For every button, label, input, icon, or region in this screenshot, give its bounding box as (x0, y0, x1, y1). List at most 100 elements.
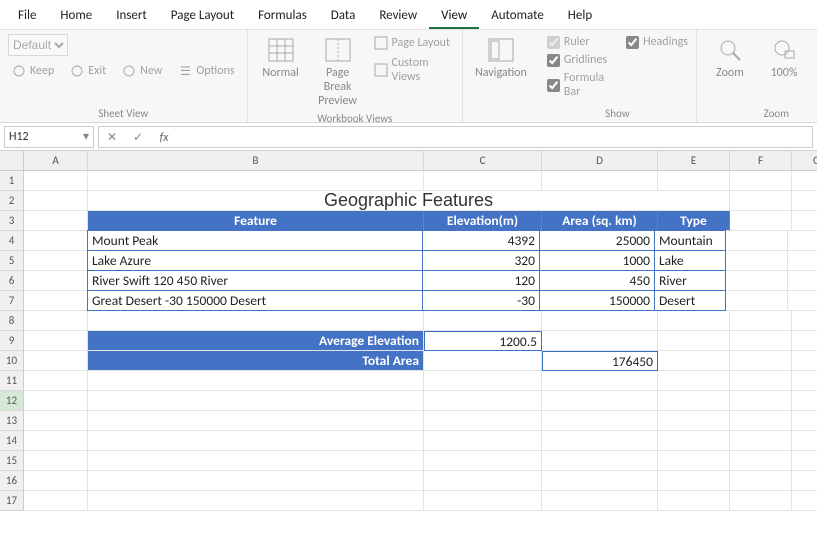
cell[interactable] (88, 411, 424, 431)
cell[interactable] (730, 191, 792, 211)
cell[interactable] (24, 351, 88, 371)
cell[interactable] (730, 331, 792, 351)
cell[interactable] (88, 171, 424, 191)
cell[interactable] (792, 411, 817, 431)
cell[interactable] (658, 311, 730, 331)
cell[interactable] (730, 451, 792, 471)
cell[interactable] (424, 491, 542, 511)
headings-checkbox[interactable]: Headings (626, 34, 688, 50)
zoom-100-button[interactable]: 100% (759, 34, 809, 82)
cell-feature[interactable]: Great Desert -30 150000 Desert (87, 290, 423, 311)
cell[interactable] (24, 471, 88, 491)
cell[interactable] (424, 351, 542, 371)
cell[interactable] (424, 431, 542, 451)
cell[interactable] (24, 271, 88, 291)
cell[interactable] (788, 291, 817, 311)
navigation-button[interactable]: Navigation (471, 34, 531, 82)
header-feature[interactable]: Feature (88, 211, 424, 231)
cell[interactable] (658, 391, 730, 411)
cell[interactable] (730, 211, 792, 231)
col-header[interactable]: B (88, 151, 424, 171)
formula-input[interactable] (177, 126, 813, 148)
cell[interactable] (542, 311, 658, 331)
cell[interactable] (424, 311, 542, 331)
cell-type[interactable]: River (654, 270, 726, 291)
cell[interactable] (88, 491, 424, 511)
cell[interactable] (24, 331, 88, 351)
row-header[interactable]: 6 (0, 271, 24, 291)
cell[interactable] (88, 431, 424, 451)
total-area-value[interactable]: 176450 (542, 351, 658, 371)
menu-data[interactable]: Data (319, 4, 368, 29)
cell[interactable] (658, 371, 730, 391)
gridlines-checkbox[interactable]: Gridlines (547, 52, 612, 68)
sheet-view-select[interactable]: Default (8, 34, 68, 56)
cell[interactable] (730, 171, 792, 191)
cell[interactable] (88, 311, 424, 331)
select-all-corner[interactable] (0, 151, 24, 171)
cell[interactable] (792, 331, 817, 351)
cell[interactable] (424, 471, 542, 491)
cell[interactable] (658, 471, 730, 491)
total-area-label[interactable]: Total Area (88, 351, 424, 371)
cell[interactable] (792, 471, 817, 491)
cell[interactable] (792, 491, 817, 511)
menu-home[interactable]: Home (48, 4, 104, 29)
cell[interactable] (788, 231, 817, 251)
header-area[interactable]: Area (sq. km) (542, 211, 658, 231)
cell[interactable] (658, 331, 730, 351)
cell[interactable] (730, 471, 792, 491)
row-header[interactable]: 1 (0, 171, 24, 191)
cell[interactable] (730, 311, 792, 331)
cell[interactable] (24, 311, 88, 331)
cell[interactable] (542, 331, 658, 351)
cell[interactable] (726, 271, 788, 291)
row-header[interactable]: 12 (0, 391, 24, 411)
ruler-checkbox[interactable]: Ruler (547, 34, 612, 50)
cell[interactable] (726, 231, 788, 251)
cell[interactable] (88, 471, 424, 491)
cell-elevation[interactable]: 320 (422, 250, 540, 271)
cell[interactable] (424, 171, 542, 191)
name-box[interactable]: H12 ▾ (4, 126, 94, 148)
cell-feature[interactable]: River Swift 120 450 River (87, 270, 423, 291)
cell[interactable] (424, 451, 542, 471)
cell[interactable] (24, 411, 88, 431)
cell[interactable] (658, 491, 730, 511)
cell[interactable] (658, 451, 730, 471)
cell[interactable] (788, 271, 817, 291)
cell[interactable] (792, 171, 817, 191)
exit-button[interactable]: Exit (66, 62, 110, 80)
row-header[interactable]: 2 (0, 191, 24, 211)
row-header[interactable]: 11 (0, 371, 24, 391)
row-header[interactable]: 10 (0, 351, 24, 371)
menu-formulas[interactable]: Formulas (246, 4, 319, 29)
menu-review[interactable]: Review (367, 4, 429, 29)
cell[interactable] (88, 391, 424, 411)
cell[interactable] (542, 471, 658, 491)
cell-feature[interactable]: Mount Peak (87, 230, 423, 251)
keep-button[interactable]: Keep (8, 62, 58, 80)
cell[interactable] (424, 371, 542, 391)
cell[interactable] (542, 391, 658, 411)
cell[interactable] (24, 491, 88, 511)
cell[interactable] (542, 491, 658, 511)
cell[interactable] (542, 431, 658, 451)
row-header[interactable]: 14 (0, 431, 24, 451)
normal-button[interactable]: Normal (256, 34, 306, 82)
enter-button[interactable]: ✓ (125, 127, 151, 149)
cell[interactable] (792, 371, 817, 391)
cell[interactable] (24, 231, 88, 251)
cell[interactable] (24, 191, 88, 211)
row-header[interactable]: 17 (0, 491, 24, 511)
cell[interactable] (24, 451, 88, 471)
cell[interactable] (24, 291, 88, 311)
row-header[interactable]: 7 (0, 291, 24, 311)
row-header[interactable]: 15 (0, 451, 24, 471)
title-cell[interactable]: Geographic Features (88, 191, 730, 211)
avg-elevation-value[interactable]: 1200.5 (424, 331, 542, 351)
cell[interactable] (24, 171, 88, 191)
menu-automate[interactable]: Automate (479, 4, 556, 29)
cell[interactable] (658, 351, 730, 371)
row-header[interactable]: 13 (0, 411, 24, 431)
